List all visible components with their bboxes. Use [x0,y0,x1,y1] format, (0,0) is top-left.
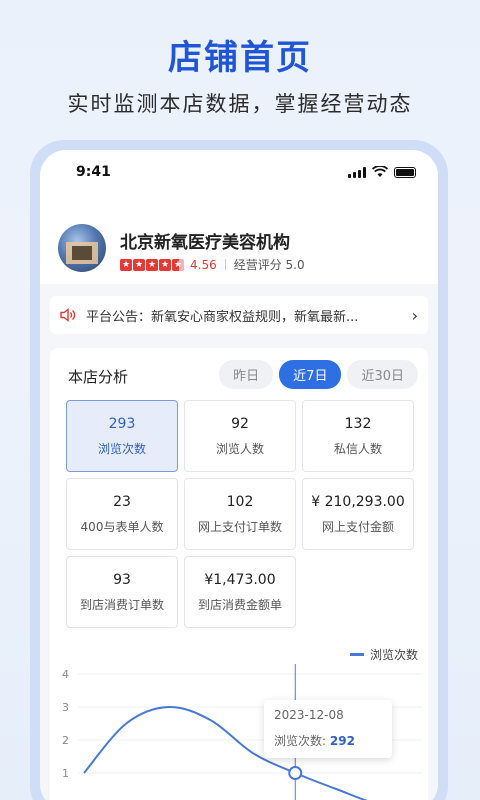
legend-swatch [349,653,364,656]
store-avatar[interactable] [58,224,106,272]
metric-label: 网上支付金额 [321,519,394,534]
tooltip-value: 292 [329,734,355,748]
tooltip-value-row: 浏览次数: 292 [274,732,382,749]
metric-value: 293 [108,415,136,432]
rating-stars: ★ ★ ★ ★ ★ [120,258,184,271]
analysis-title: 本店分析 [68,368,129,386]
metric-label: 400与表单人数 [80,519,164,534]
speaker-icon [60,308,76,322]
metric-card-online-orders[interactable]: 102 网上支付订单数 [184,478,296,550]
star-icon: ★ [133,258,145,271]
divider [224,259,226,270]
tab-last-7-days[interactable]: 近7日 [279,360,342,389]
legend-label: 浏览次数 [369,648,418,662]
metric-value: 23 [113,493,131,510]
metric-value: 132 [344,415,372,432]
promo-title: 店铺首页 [168,38,312,78]
store-name: 北京新氧医疗美容机构 [120,233,290,253]
announcement-text: 平台公告：新氧安心商家权益规则，新氧最新... [86,309,359,325]
metric-label: 浏览次数 [97,441,146,456]
metric-card-store-orders[interactable]: 93 到店消费订单数 [66,556,178,628]
battery-icon [394,166,416,178]
star-icon: ★ [146,258,158,271]
metric-card-store-amount[interactable]: ¥1,473.00 到店消费金额单 [184,556,296,628]
status-icons [348,166,416,178]
metric-label: 网上支付订单数 [197,519,282,534]
metric-value: 102 [226,493,254,510]
rating-value: 4.56 [190,257,217,272]
star-icon: ★ [120,258,132,271]
phone-screen: 9:41 北京新氧医疗美容机构 ★ ★ ★ ★ ★ 4.56 经营评分 5.0 … [40,150,438,800]
rating-row: ★ ★ ★ ★ ★ 4.56 经营评分 5.0 [120,256,305,273]
metrics-grid: 293 浏览次数 92 浏览人数 132 私信人数 23 400与表单人数 10… [66,400,418,628]
metric-value: ¥1,473.00 [204,571,276,588]
metric-card-online-amount[interactable]: ¥ 210,293.00 网上支付金额 [302,478,414,550]
chart-legend: 浏览次数 [349,646,418,663]
y-tick-label: 2 [62,734,69,747]
range-tabs: 昨日 近7日 近30日 [219,360,418,389]
signal-icon [348,166,366,178]
status-time: 9:41 [76,164,111,180]
store-header: 北京新氧医疗美容机构 ★ ★ ★ ★ ★ 4.56 经营评分 5.0 [40,194,438,284]
announcement-bar[interactable]: 平台公告：新氧安心商家权益规则，新氧最新... › [50,296,428,334]
metric-label: 到店消费订单数 [79,597,164,612]
metric-label: 浏览人数 [215,441,264,456]
tab-last-30-days[interactable]: 近30日 [347,360,418,389]
chevron-right-icon: › [411,305,418,325]
y-tick-label: 1 [62,767,69,780]
metric-value: 92 [231,415,249,432]
store-analysis-card: 本店分析 昨日 近7日 近30日 293 浏览次数 92 浏览人数 132 私信… [50,348,428,800]
y-tick-label: 3 [62,701,69,714]
tab-yesterday[interactable]: 昨日 [219,360,274,389]
status-bar: 9:41 [40,150,438,194]
chart-tooltip: 2023-12-08 浏览次数: 292 [264,700,392,758]
metric-label: 到店消费金额单 [197,597,282,612]
star-icon: ★ [159,258,171,271]
promo-subtitle: 实时监测本店数据，掌握经营动态 [67,92,413,116]
metric-label: 私信人数 [333,441,382,456]
business-score: 经营评分 5.0 [233,258,305,272]
metric-value: 93 [113,571,131,588]
metric-card-page-views[interactable]: 293 浏览次数 [66,400,178,472]
tooltip-label: 浏览次数: [274,734,327,748]
star-icon: ★ [172,258,184,271]
wifi-icon [372,166,388,177]
hover-point [288,766,303,780]
metric-card-calls-forms[interactable]: 23 400与表单人数 [66,478,178,550]
y-tick-label: 4 [62,668,69,681]
phone-frame: 9:41 北京新氧医疗美容机构 ★ ★ ★ ★ ★ 4.56 经营评分 5.0 … [30,140,448,800]
metric-card-visitors[interactable]: 92 浏览人数 [184,400,296,472]
tooltip-date: 2023-12-08 [274,708,344,722]
metric-card-messages[interactable]: 132 私信人数 [302,400,414,472]
metric-value: ¥ 210,293.00 [311,493,405,510]
